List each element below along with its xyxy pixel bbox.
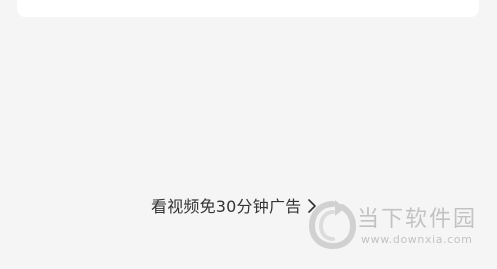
downxia-logo-icon <box>308 198 358 250</box>
watermark-name: 当下软件园 <box>357 207 478 232</box>
watch-video-ad-free-link[interactable]: 看视频免30分钟广告 <box>151 192 317 218</box>
site-watermark: 当下软件园 www.downxia.com <box>308 198 478 254</box>
ad-free-link-label: 看视频免30分钟广告 <box>151 197 302 216</box>
top-card <box>17 0 479 17</box>
page: 看视频免30分钟广告 当下软件园 www.downxia.com <box>0 0 497 269</box>
watermark-url: www.downxia.com <box>361 233 473 246</box>
